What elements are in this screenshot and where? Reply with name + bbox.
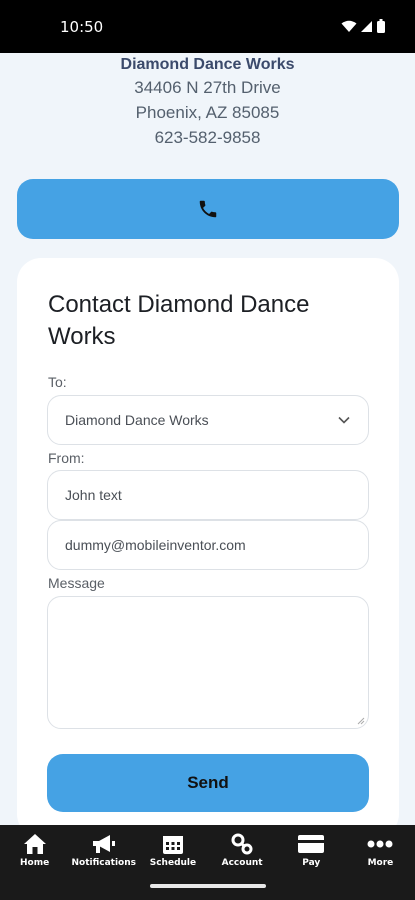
tab-label: Pay bbox=[302, 858, 321, 868]
business-phone[interactable]: 623-582-9858 bbox=[0, 125, 415, 150]
to-label: To: bbox=[48, 374, 67, 390]
megaphone-icon bbox=[92, 835, 115, 853]
tab-account[interactable]: Account bbox=[208, 825, 277, 875]
message-field[interactable] bbox=[47, 596, 369, 729]
from-label: From: bbox=[48, 450, 85, 466]
business-city: Phoenix, AZ 85085 bbox=[135, 103, 280, 122]
tab-home[interactable]: Home bbox=[0, 825, 69, 875]
more-icon bbox=[367, 840, 393, 848]
tab-label: Home bbox=[19, 858, 50, 868]
account-icon bbox=[231, 833, 253, 855]
resize-handle-icon[interactable] bbox=[357, 717, 365, 725]
tab-more[interactable]: More bbox=[346, 825, 415, 875]
business-street: 34406 N 27th Drive bbox=[134, 78, 281, 97]
tab-label: Account bbox=[221, 858, 263, 868]
email-field[interactable]: dummy@mobileinventor.com bbox=[47, 520, 369, 570]
email-value: dummy@mobileinventor.com bbox=[65, 537, 246, 553]
credit-card-icon bbox=[298, 835, 325, 853]
battery-icon bbox=[377, 19, 385, 33]
status-bar: 10:50 bbox=[0, 0, 415, 53]
name-value: John text bbox=[65, 487, 122, 503]
call-button[interactable] bbox=[17, 179, 399, 239]
tab-notifications[interactable]: Notifications bbox=[69, 825, 138, 875]
contact-card: Contact Diamond Dance Works To: Diamond … bbox=[17, 258, 399, 838]
name-field[interactable]: John text bbox=[47, 470, 369, 520]
chevron-down-icon bbox=[338, 416, 350, 424]
bottom-tab-bar: Home Notifications Schedule Account Pay … bbox=[0, 825, 415, 875]
home-icon bbox=[23, 834, 46, 854]
tab-label: Schedule bbox=[149, 858, 197, 868]
form-title: Contact Diamond Dance Works bbox=[48, 291, 310, 350]
tab-label: Notifications bbox=[71, 858, 137, 868]
tab-pay[interactable]: Pay bbox=[277, 825, 346, 875]
recipient-select[interactable]: Diamond Dance Works bbox=[47, 395, 369, 445]
home-indicator[interactable] bbox=[150, 884, 266, 888]
phone-icon bbox=[199, 200, 217, 218]
tab-schedule[interactable]: Schedule bbox=[138, 825, 207, 875]
message-label: Message bbox=[48, 575, 105, 591]
status-icons bbox=[341, 19, 385, 33]
status-time: 10:50 bbox=[60, 18, 104, 36]
wifi-icon bbox=[341, 20, 357, 32]
business-name: Diamond Dance Works bbox=[120, 56, 295, 73]
recipient-value: Diamond Dance Works bbox=[65, 412, 209, 428]
calendar-icon bbox=[162, 836, 183, 854]
business-info: Diamond Dance Works 34406 N 27th Drive P… bbox=[0, 55, 415, 150]
signal-icon bbox=[361, 20, 372, 32]
tab-label: More bbox=[367, 858, 394, 868]
send-button[interactable]: Send bbox=[47, 754, 369, 812]
system-nav-bar bbox=[0, 875, 415, 900]
